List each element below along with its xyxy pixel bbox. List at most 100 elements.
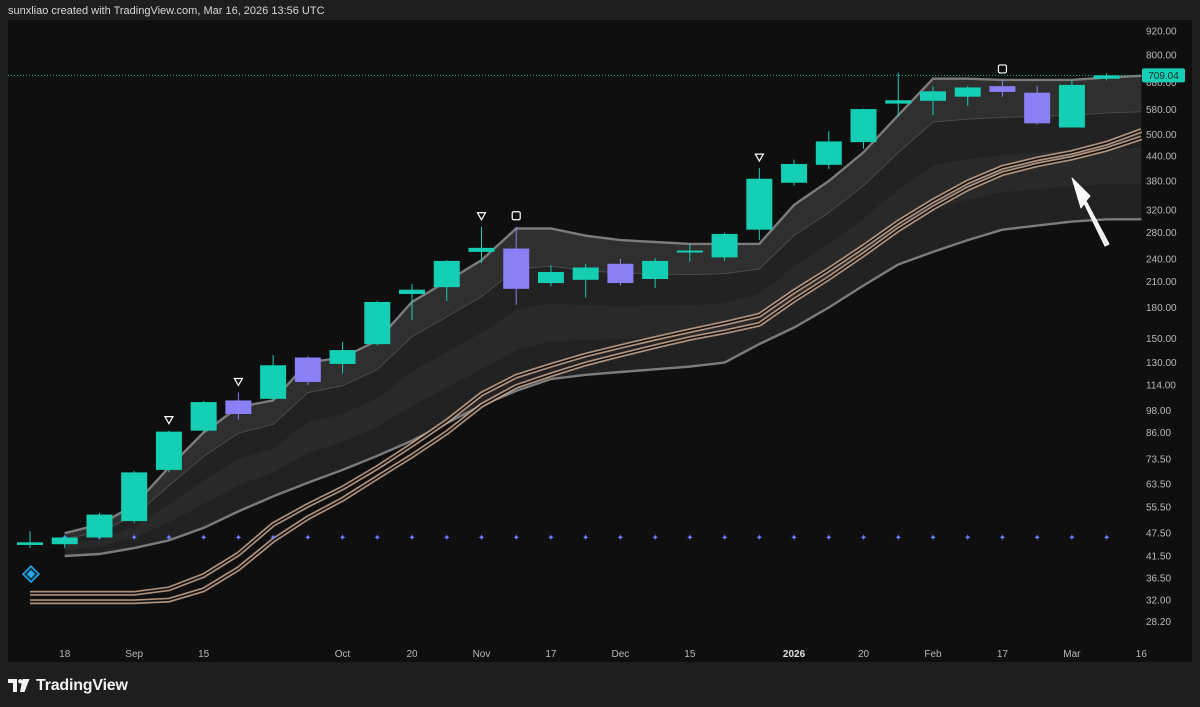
candle-body	[572, 267, 599, 280]
price-tick-label: 440.00	[1146, 152, 1177, 163]
candle-body	[954, 87, 981, 97]
signal-dot: ✦	[721, 533, 729, 543]
price-chart[interactable]: ✦✦✦✦✦✦✦✦✦✦✦✦✦✦✦✦✦✦✦✦✦✦✦✦✦✦✦✦✦✦✦ 920.0080…	[8, 20, 1192, 662]
candle-body	[433, 260, 460, 288]
signal-dot: ✦	[1103, 533, 1111, 543]
signal-dots: ✦✦✦✦✦✦✦✦✦✦✦✦✦✦✦✦✦✦✦✦✦✦✦✦✦✦✦✦✦✦✦	[61, 533, 1111, 543]
footer: TradingView	[8, 675, 128, 697]
signal-dot: ✦	[929, 533, 937, 543]
candle	[711, 232, 738, 261]
chart-attribution: sunxliao created with TradingView.com, M…	[8, 5, 325, 17]
price-tick-label: 500.00	[1146, 130, 1177, 141]
candle	[294, 356, 321, 385]
signal-dot: ✦	[443, 533, 451, 543]
signal-dot: ✦	[130, 533, 138, 543]
price-tick-label: 63.50	[1146, 479, 1171, 490]
candle-body	[1093, 75, 1120, 79]
time-tick-label: 20	[406, 649, 418, 660]
time-tick-label: 15	[198, 649, 210, 660]
candle-body	[17, 542, 43, 545]
candle-body	[329, 350, 356, 364]
candle-body	[815, 141, 842, 165]
triangle-marker	[476, 212, 487, 221]
candle-body	[885, 100, 912, 104]
candle	[364, 301, 391, 346]
price-tick-label: 320.00	[1146, 206, 1177, 217]
candle-body	[364, 301, 391, 345]
signal-dot: ✦	[999, 533, 1007, 543]
candle	[155, 430, 182, 473]
signal-dot: ✦	[374, 533, 382, 543]
time-tick-label: 2026	[783, 649, 806, 660]
signal-dot: ✦	[1068, 533, 1076, 543]
price-tick-label: 98.00	[1146, 406, 1171, 417]
time-tick-label: 16	[1136, 649, 1148, 660]
square-marker	[511, 211, 521, 221]
candle	[86, 513, 113, 539]
envelope-bands	[64, 74, 1142, 558]
candle-body	[51, 537, 78, 545]
chart-panel[interactable]: ✦✦✦✦✦✦✦✦✦✦✦✦✦✦✦✦✦✦✦✦✦✦✦✦✦✦✦✦✦✦✦ 920.0080…	[8, 20, 1192, 662]
time-tick-label: 17	[997, 649, 1009, 660]
candle-body	[155, 431, 182, 470]
time-tick-label: Sep	[125, 649, 143, 660]
candle-body	[86, 514, 113, 538]
time-tick-label: Feb	[924, 649, 942, 660]
price-tick-label: 180.00	[1146, 303, 1177, 314]
triangle-marker	[754, 153, 765, 163]
price-tick-label: 32.00	[1146, 596, 1171, 607]
price-tick-label: 580.00	[1146, 105, 1177, 116]
time-tick-label: 20	[858, 649, 870, 660]
candle-body	[711, 233, 738, 258]
candle	[17, 531, 43, 549]
triangle-marker	[233, 377, 244, 387]
candle-body	[1024, 92, 1051, 124]
time-axis[interactable]: 18 Sep 15 Oct 20 Nov 17 Dec 15 2026 20 Feb 17 Mar 16	[59, 649, 1147, 660]
candle	[1058, 79, 1085, 128]
signal-dot: ✦	[790, 533, 798, 543]
time-tick-label: Mar	[1063, 649, 1081, 660]
candle-body	[607, 263, 634, 284]
candle	[746, 168, 773, 241]
time-tick-label: 17	[545, 649, 557, 660]
price-tick-label: 240.00	[1146, 254, 1177, 265]
candle	[121, 471, 148, 523]
signal-dot: ✦	[269, 533, 277, 543]
signal-dot: ✦	[478, 533, 486, 543]
candle	[260, 354, 287, 401]
signal-dot: ✦	[894, 533, 902, 543]
candle-body	[919, 91, 946, 101]
candle-body	[537, 272, 564, 284]
price-tick-label: 28.20	[1146, 617, 1171, 628]
time-tick-label: 18	[59, 649, 71, 660]
tradingview-logo-icon	[8, 679, 30, 692]
signal-dot: ✦	[686, 533, 694, 543]
price-tick-label: 114.00	[1146, 380, 1176, 391]
price-tick-label: 920.00	[1146, 27, 1177, 38]
signal-dot: ✦	[547, 533, 555, 543]
price-tick-label: 73.50	[1146, 455, 1171, 466]
candle-body	[746, 178, 773, 230]
price-tick-label: 380.00	[1146, 176, 1177, 187]
price-tick-label: 86.00	[1146, 428, 1171, 439]
square-marker	[997, 64, 1008, 74]
price-tick-label: 41.50	[1146, 552, 1171, 563]
time-tick-label: Nov	[473, 649, 491, 660]
price-tick-label: 150.00	[1146, 334, 1177, 345]
signal-dot: ✦	[825, 533, 833, 543]
price-axis[interactable]: 920.00800.00680.00580.00500.00440.00380.…	[1142, 27, 1185, 628]
candle-body	[399, 289, 426, 294]
candle-body	[1058, 84, 1085, 128]
candle-body	[121, 472, 148, 522]
candle-body	[190, 402, 217, 431]
signal-dot: ✦	[512, 533, 520, 543]
signal-dot: ✦	[165, 533, 173, 543]
price-tick-label: 130.00	[1146, 358, 1177, 369]
signal-dot: ✦	[200, 533, 208, 543]
candle-body	[468, 247, 495, 252]
signal-dot: ✦	[339, 533, 347, 543]
time-tick-label: 15	[684, 649, 696, 660]
candle-body	[260, 365, 287, 399]
triangle-marker	[163, 416, 174, 425]
price-tick-label: 36.50	[1146, 573, 1171, 584]
